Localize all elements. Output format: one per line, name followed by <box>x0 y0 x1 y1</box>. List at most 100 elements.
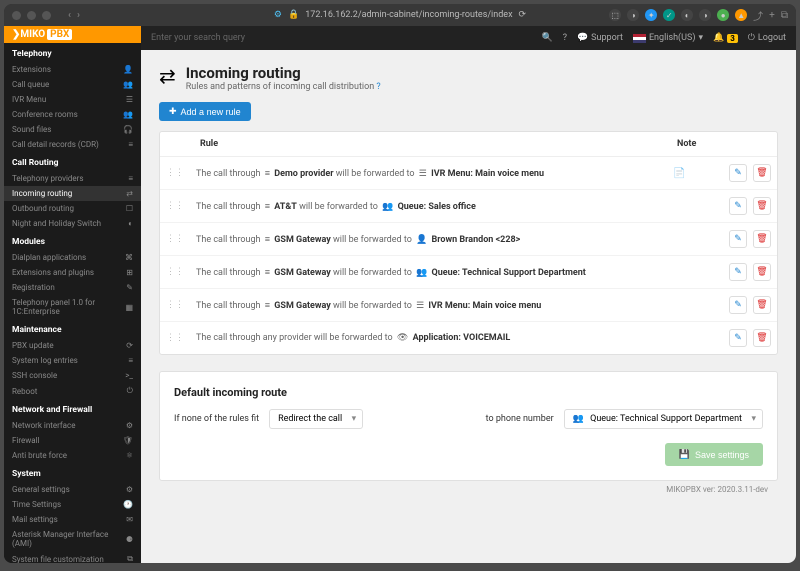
sidebar-item-icon: ◐ <box>128 219 133 228</box>
forward-icon[interactable]: › <box>77 10 80 21</box>
sidebar-item[interactable]: Sound files🎧 <box>4 122 141 137</box>
support-link[interactable]: 💬 Support <box>577 33 623 43</box>
drag-handle[interactable]: ⋮⋮ <box>160 289 190 322</box>
sidebar-item[interactable]: Extensions👤 <box>4 62 141 77</box>
edit-button[interactable]: ✎ <box>729 296 747 314</box>
share-icon[interactable]: ⤴ <box>753 8 763 23</box>
plus-icon: ✚ <box>169 106 177 117</box>
sidebar-item[interactable]: SSH console>_ <box>4 368 141 383</box>
ext-icon[interactable]: ◑ <box>627 9 639 21</box>
delete-button[interactable]: 🗑 <box>753 197 771 215</box>
drag-handle[interactable]: ⋮⋮ <box>160 190 190 223</box>
col-rule: Rule <box>190 132 667 157</box>
chevron-down-icon: ▾ <box>698 33 703 43</box>
tabs-icon[interactable]: ⧉ <box>781 10 788 21</box>
actions-cell: ✎🗑 <box>717 289 777 322</box>
sidebar-item-label: Call detail records (CDR) <box>12 140 99 149</box>
sidebar-item-label: Extensions and plugins <box>12 268 94 277</box>
delete-button[interactable]: 🗑 <box>753 164 771 182</box>
sidebar-item[interactable]: Telephony providers≡ <box>4 171 141 186</box>
sidebar-item[interactable]: General settings⚙ <box>4 482 141 497</box>
sidebar-item[interactable]: Anti brute force⚛ <box>4 448 141 463</box>
sidebar-item[interactable]: Dialplan applications⌘ <box>4 250 141 265</box>
sidebar-item[interactable]: Call queue👥 <box>4 77 141 92</box>
delete-button[interactable]: 🗑 <box>753 329 771 347</box>
help-icon[interactable]: ? <box>563 33 567 43</box>
traffic-lights[interactable] <box>12 11 51 20</box>
sidebar-item[interactable]: Conference rooms👥 <box>4 107 141 122</box>
search-input[interactable]: Enter your search query <box>151 33 531 43</box>
back-icon[interactable]: ‹ <box>68 10 71 21</box>
sidebar-item[interactable]: Night and Holiday Switch◐ <box>4 216 141 231</box>
language-selector[interactable]: English(US) ▾ <box>633 33 703 43</box>
note-icon[interactable]: 📄 <box>673 168 685 179</box>
edit-button[interactable]: ✎ <box>729 263 747 281</box>
window-chrome: ‹ › ⚙ 🔒 172.16.162.2/admin-cabinet/incom… <box>4 4 796 563</box>
note-cell <box>667 190 717 223</box>
ext-icon[interactable]: ◑ <box>699 9 711 21</box>
reload-icon[interactable]: ⟳ <box>519 10 527 20</box>
sidebar-item-icon: 🛡 <box>123 436 133 445</box>
drag-handle[interactable]: ⋮⋮ <box>160 223 190 256</box>
sidebar-item-label: Anti brute force <box>12 451 67 460</box>
sidebar-group-header: Telephony <box>4 43 141 62</box>
help-icon[interactable]: ? <box>376 82 380 92</box>
phone-dropdown[interactable]: 👥 Queue: Technical Support Department <box>564 409 763 429</box>
close-icon[interactable] <box>12 11 21 20</box>
url-area[interactable]: ⚙ 🔒 172.16.162.2/admin-cabinet/incoming-… <box>274 10 526 20</box>
sidebar-item-icon: ✎ <box>126 283 133 292</box>
edit-button[interactable]: ✎ <box>729 164 747 182</box>
sidebar-item-icon: ≡ <box>128 356 133 365</box>
sidebar-item-icon: >_ <box>125 371 133 380</box>
sidebar-item[interactable]: Mail settings✉ <box>4 512 141 527</box>
save-settings-button[interactable]: 💾 Save settings <box>665 443 763 466</box>
note-cell <box>667 289 717 322</box>
drag-handle[interactable]: ⋮⋮ <box>160 322 190 355</box>
sidebar-item[interactable]: System log entries≡ <box>4 353 141 368</box>
sidebar-item[interactable]: Asterisk Manager Interface (AMI)⚈ <box>4 527 141 551</box>
sidebar-item[interactable]: System file customization⧉ <box>4 551 141 563</box>
sidebar-item[interactable]: Outbound routing☐ <box>4 201 141 216</box>
ext-icon[interactable]: ✓ <box>663 9 675 21</box>
sidebar-item-icon: ☰ <box>126 95 133 104</box>
minimize-icon[interactable] <box>27 11 36 20</box>
sidebar-item[interactable]: Incoming routing⇄ <box>4 186 141 201</box>
sidebar-item-label: Telephony providers <box>12 174 84 183</box>
sidebar-item[interactable]: PBX update⟳ <box>4 338 141 353</box>
maximize-icon[interactable] <box>42 11 51 20</box>
version-footer: MIKOPBX ver: 2020.3.11-dev <box>159 481 778 498</box>
ext-icon[interactable]: ● <box>717 9 729 21</box>
logo[interactable]: ❯ MIKOPBX <box>4 26 141 43</box>
edit-button[interactable]: ✎ <box>729 230 747 248</box>
sidebar-item[interactable]: Firewall🛡 <box>4 433 141 448</box>
plus-icon[interactable]: + <box>769 10 775 21</box>
delete-button[interactable]: 🗑 <box>753 263 771 281</box>
sidebar-item[interactable]: Reboot⏻ <box>4 383 141 399</box>
browser-nav[interactable]: ‹ › <box>68 10 80 21</box>
add-rule-button[interactable]: ✚ Add a new rule <box>159 102 251 121</box>
sidebar-item[interactable]: Telephony panel 1.0 for 1C:Enterprise▦ <box>4 295 141 319</box>
sidebar-item-icon: ⚙ <box>126 421 133 430</box>
ext-icon[interactable]: ▲ <box>735 9 747 21</box>
sidebar-item[interactable]: Network interface⚙ <box>4 418 141 433</box>
drag-handle[interactable]: ⋮⋮ <box>160 157 190 190</box>
ext-icon[interactable]: ✦ <box>645 9 657 21</box>
action-dropdown[interactable]: Redirect the call <box>269 409 363 429</box>
table-row: ⋮⋮The call through ≡ GSM Gateway will be… <box>160 256 777 289</box>
search-icon[interactable]: 🔍 <box>541 33 552 43</box>
sidebar-item[interactable]: IVR Menu☰ <box>4 92 141 107</box>
drag-handle[interactable]: ⋮⋮ <box>160 256 190 289</box>
delete-button[interactable]: 🗑 <box>753 230 771 248</box>
sidebar-item[interactable]: Time Settings🕐 <box>4 497 141 512</box>
logout-button[interactable]: ⏻ Logout <box>748 33 786 43</box>
delete-button[interactable]: 🗑 <box>753 296 771 314</box>
sidebar-item[interactable]: Registration✎ <box>4 280 141 295</box>
notifications[interactable]: 🔔 3 <box>713 33 738 43</box>
sidebar-item[interactable]: Call detail records (CDR)≡ <box>4 137 141 152</box>
ext-icon[interactable]: ◐ <box>681 9 693 21</box>
edit-button[interactable]: ✎ <box>729 329 747 347</box>
edit-button[interactable]: ✎ <box>729 197 747 215</box>
ext-icon[interactable]: ⬚ <box>609 9 621 21</box>
col-note: Note <box>667 132 717 157</box>
sidebar-item[interactable]: Extensions and plugins⊞ <box>4 265 141 280</box>
